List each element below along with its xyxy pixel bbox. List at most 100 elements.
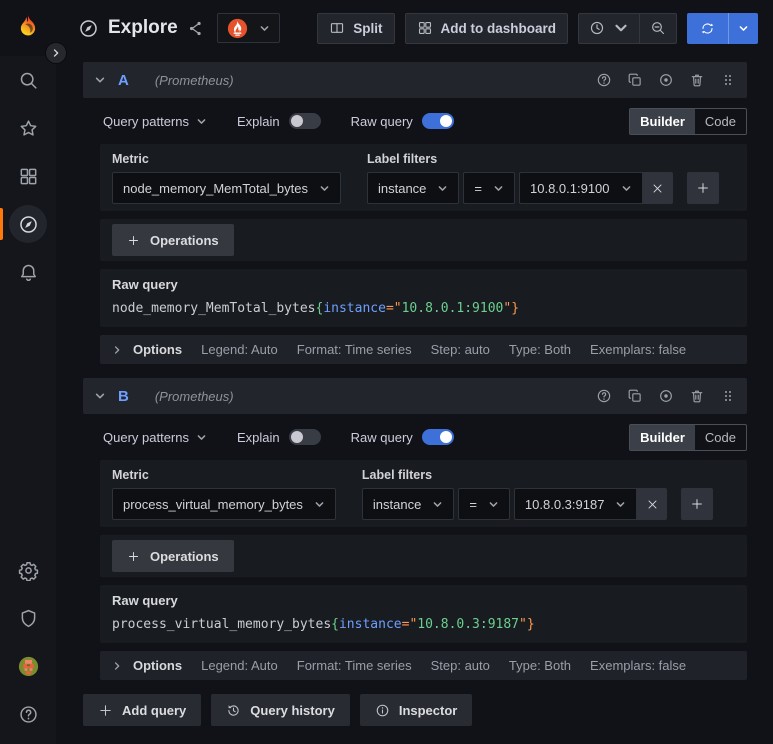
query-row-a: A (Prometheus) Query patterns Explain Ra… — [83, 62, 747, 364]
raw-query-text: node_memory_MemTotal_bytes{instance="10.… — [112, 301, 520, 316]
label-operator-select[interactable]: = — [463, 172, 515, 204]
metric-select[interactable]: node_memory_MemTotal_bytes — [112, 172, 341, 204]
metric-select[interactable]: process_virtual_memory_bytes — [112, 488, 336, 520]
info-circle-icon — [376, 704, 389, 716]
options-step: Step: auto — [430, 342, 490, 357]
sidebar-item-alerting[interactable] — [0, 248, 56, 296]
run-query-button[interactable] — [687, 13, 728, 44]
options-toggle[interactable]: Options — [112, 342, 182, 357]
sidebar-item-explore[interactable] — [0, 200, 56, 248]
add-filter-button[interactable] — [686, 172, 719, 204]
sidebar-item-profile[interactable] — [0, 642, 56, 690]
inspector-button[interactable]: Inspector — [359, 694, 473, 726]
search-icon — [18, 70, 39, 91]
compass-icon — [9, 205, 47, 243]
code-mode-tab[interactable]: Code — [695, 425, 746, 450]
label-filters-field: Label filters instance = — [361, 468, 714, 520]
add-filter-button[interactable] — [681, 488, 714, 520]
label-name-select[interactable]: instance — [366, 172, 460, 204]
add-query-button[interactable]: Add query — [83, 694, 202, 726]
help-icon — [18, 704, 39, 725]
query-datasource-label: (Prometheus) — [154, 388, 234, 404]
label-name-select[interactable]: instance — [361, 488, 455, 520]
run-query-split-button — [687, 12, 758, 44]
help-circle-icon[interactable] — [596, 72, 612, 88]
options-type: Type: Both — [508, 658, 572, 673]
refresh-icon — [701, 22, 714, 34]
query-b-options-bar: Options Legend: Auto Format: Time series… — [100, 651, 747, 680]
collapse-chevron-icon[interactable] — [94, 390, 106, 402]
metric-field: Metric node_memory_MemTotal_bytes — [112, 152, 341, 204]
add-to-dashboard-button[interactable]: Add to dashboard — [404, 12, 568, 44]
code-mode-tab[interactable]: Code — [695, 109, 746, 134]
grafana-logo-icon — [20, 15, 36, 36]
page-title: Explore — [108, 17, 178, 38]
builder-mode-tab[interactable]: Builder — [630, 424, 695, 450]
explain-toggle[interactable] — [288, 113, 321, 129]
main-area: Explore Split Add to dashboard A (Promet… — [56, 0, 773, 744]
editor-mode-switch: Builder Code — [629, 107, 747, 135]
star-icon — [18, 118, 39, 139]
raw-query-control: Raw query — [351, 113, 454, 129]
zoom-out-button[interactable] — [639, 13, 676, 43]
query-row-b: B (Prometheus) Query patterns Explain Ra… — [83, 378, 747, 680]
eye-icon[interactable] — [658, 388, 674, 404]
query-b-raw-panel: Raw query process_virtual_memory_bytes{i… — [100, 585, 747, 643]
history-icon — [228, 704, 239, 716]
sidebar — [0, 0, 56, 744]
query-datasource-label: (Prometheus) — [154, 72, 234, 88]
sidebar-expand-button[interactable] — [45, 42, 67, 64]
bell-icon — [18, 262, 39, 283]
options-toggle[interactable]: Options — [112, 658, 182, 673]
time-picker-button[interactable] — [579, 14, 639, 43]
drag-handle-icon[interactable] — [720, 72, 736, 88]
query-ref-letter: A — [118, 71, 129, 89]
copy-icon[interactable] — [627, 72, 643, 88]
columns-icon — [331, 23, 344, 33]
sidebar-item-server-admin[interactable] — [0, 594, 56, 642]
explain-toggle[interactable] — [288, 429, 321, 445]
sidebar-item-help[interactable] — [0, 690, 56, 738]
plus-icon — [128, 551, 139, 561]
raw-query-toggle[interactable] — [421, 113, 454, 129]
label-operator-select[interactable]: = — [458, 488, 510, 520]
drag-handle-icon[interactable] — [720, 388, 736, 404]
share-icon[interactable] — [187, 20, 204, 37]
query-b-header: B (Prometheus) — [83, 378, 747, 414]
label-value-select[interactable]: 10.8.0.3:9187 — [513, 488, 638, 520]
trash-icon[interactable] — [689, 72, 705, 88]
split-button[interactable]: Split — [317, 12, 395, 44]
query-history-button[interactable]: Query history — [211, 694, 350, 726]
query-b-body: Query patterns Explain Raw query Builder… — [100, 414, 747, 680]
help-circle-icon[interactable] — [596, 388, 612, 404]
remove-filter-button[interactable] — [642, 172, 673, 204]
raw-query-toggle[interactable] — [421, 429, 454, 445]
chevron-right-icon — [53, 49, 59, 57]
datasource-picker[interactable] — [216, 13, 280, 43]
editor-mode-switch: Builder Code — [629, 423, 747, 451]
label-value-select[interactable]: 10.8.0.1:9100 — [519, 172, 643, 204]
plus-icon — [697, 183, 708, 193]
options-exemplars: Exemplars: false — [590, 342, 687, 357]
sidebar-item-configuration[interactable] — [0, 546, 56, 594]
trash-icon[interactable] — [689, 388, 705, 404]
chevron-right-icon — [114, 661, 120, 670]
raw-query-control: Raw query — [351, 429, 454, 445]
builder-mode-tab[interactable]: Builder — [630, 108, 695, 134]
sidebar-item-dashboards[interactable] — [0, 152, 56, 200]
query-patterns-dropdown[interactable]: Query patterns — [103, 430, 207, 445]
raw-query-text: process_virtual_memory_bytes{instance="1… — [112, 617, 535, 632]
add-operation-button[interactable]: Operations — [112, 224, 234, 256]
sidebar-item-search[interactable] — [0, 56, 56, 104]
add-operation-button[interactable]: Operations — [112, 540, 234, 572]
explore-compass-icon — [78, 18, 99, 39]
remove-filter-button[interactable] — [637, 488, 668, 520]
run-query-interval-dropdown[interactable] — [728, 12, 758, 44]
plus-icon — [128, 235, 139, 245]
copy-icon[interactable] — [627, 388, 643, 404]
query-patterns-dropdown[interactable]: Query patterns — [103, 114, 207, 129]
eye-icon[interactable] — [658, 72, 674, 88]
collapse-chevron-icon[interactable] — [94, 74, 106, 86]
sidebar-item-starred[interactable] — [0, 104, 56, 152]
chevron-down-icon — [314, 499, 325, 510]
